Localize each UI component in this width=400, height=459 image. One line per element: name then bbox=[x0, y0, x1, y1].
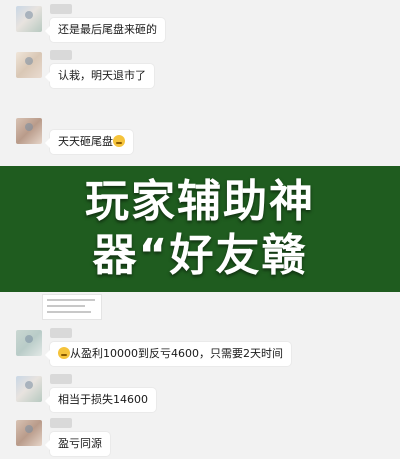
banner-title-line-1: 玩家辅助神 bbox=[85, 176, 315, 227]
avatar[interactable] bbox=[16, 330, 42, 356]
overlay-banner: 玩家辅助神 器“好友赣 bbox=[0, 166, 400, 292]
blurred-nickname bbox=[50, 418, 72, 428]
avatar-image bbox=[25, 381, 33, 389]
message-bubble[interactable]: 相当于损失14600 bbox=[45, 388, 156, 412]
grinning-sweat-emoji-icon bbox=[113, 135, 125, 147]
grinning-sweat-emoji-icon bbox=[58, 347, 70, 359]
avatar-image bbox=[25, 425, 33, 433]
avatar-image bbox=[25, 57, 33, 65]
avatar-image bbox=[25, 123, 33, 131]
message-bubble[interactable]: 天天砸尾盘 bbox=[45, 130, 133, 154]
blurred-nickname bbox=[50, 4, 72, 14]
shared-image-thumbnail[interactable] bbox=[42, 294, 102, 320]
avatar[interactable] bbox=[16, 420, 42, 446]
message-bubble[interactable]: 还是最后尾盘来砸的 bbox=[45, 18, 165, 42]
avatar[interactable] bbox=[16, 376, 42, 402]
message-bubble[interactable]: 从盈利10000到反亏4600，只需要2天时间 bbox=[45, 342, 291, 366]
avatar[interactable] bbox=[16, 118, 42, 144]
message-bubble[interactable]: 认栽，明天退市了 bbox=[45, 64, 154, 88]
avatar[interactable] bbox=[16, 52, 42, 78]
message-bubble[interactable]: 盈亏同源 bbox=[45, 432, 110, 456]
blurred-nickname bbox=[50, 50, 72, 60]
thumbnail-line bbox=[47, 299, 95, 301]
message-text: 从盈利10000到反亏4600，只需要2天时间 bbox=[70, 347, 283, 360]
thumbnail-line bbox=[47, 305, 85, 307]
blurred-nickname bbox=[50, 328, 72, 338]
avatar[interactable] bbox=[16, 6, 42, 32]
message-text: 天天砸尾盘 bbox=[58, 135, 113, 148]
banner-title-line-2: 器“好友赣 bbox=[92, 230, 308, 281]
thumbnail-line bbox=[47, 311, 91, 313]
blurred-nickname bbox=[50, 374, 72, 384]
avatar-image bbox=[25, 11, 33, 19]
avatar-image bbox=[25, 335, 33, 343]
